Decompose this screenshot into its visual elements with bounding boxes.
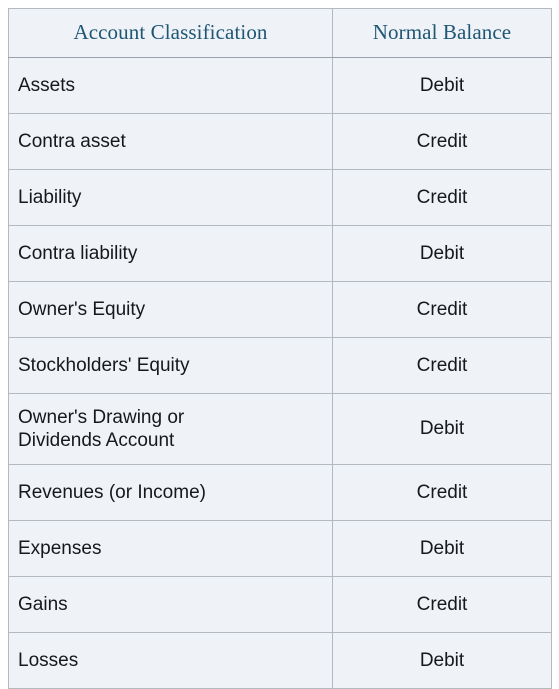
cell-account-classification: Owner's Drawing or Dividends Account	[8, 393, 333, 465]
table-row: Contra asset Credit	[8, 113, 552, 170]
cell-account-classification: Assets	[8, 57, 333, 114]
cell-normal-balance: Credit	[332, 169, 552, 226]
table-row: Stockholders' Equity Credit	[8, 337, 552, 394]
cell-account-classification: Stockholders' Equity	[8, 337, 333, 394]
account-classification-table-container: Account Classification Normal Balance As…	[0, 0, 559, 689]
cell-normal-balance: Credit	[332, 464, 552, 521]
table-row: Owner's Drawing or Dividends Account Deb…	[8, 393, 552, 465]
cell-text-line-2: Dividends Account	[18, 430, 175, 451]
cell-normal-balance: Debit	[332, 520, 552, 577]
cell-normal-balance: Debit	[332, 632, 552, 689]
cell-account-classification: Contra asset	[8, 113, 333, 170]
cell-text-line-1: Owner's Drawing or	[18, 406, 185, 428]
cell-account-classification: Losses	[8, 632, 333, 689]
cell-normal-balance: Credit	[332, 281, 552, 338]
cell-normal-balance: Debit	[332, 225, 552, 282]
column-header-account-classification: Account Classification	[8, 8, 333, 58]
cell-normal-balance: Credit	[332, 337, 552, 394]
table-header: Account Classification Normal Balance	[8, 8, 552, 58]
account-classification-table: Account Classification Normal Balance As…	[8, 8, 552, 689]
table-row: Revenues (or Income) Credit	[8, 464, 552, 521]
table-row: Owner's Equity Credit	[8, 281, 552, 338]
cell-account-classification: Liability	[8, 169, 333, 226]
table-row: Liability Credit	[8, 169, 552, 226]
cell-normal-balance: Credit	[332, 576, 552, 633]
table-row: Contra liability Debit	[8, 225, 552, 282]
cell-normal-balance: Debit	[332, 57, 552, 114]
table-row: Losses Debit	[8, 632, 552, 689]
table-header-row: Account Classification Normal Balance	[8, 8, 552, 58]
column-header-normal-balance: Normal Balance	[332, 8, 552, 58]
table-row: Assets Debit	[8, 57, 552, 114]
cell-account-classification: Expenses	[8, 520, 333, 577]
cell-account-classification: Contra liability	[8, 225, 333, 282]
cell-account-classification: Owner's Equity	[8, 281, 333, 338]
cell-account-classification: Revenues (or Income)	[8, 464, 333, 521]
cell-normal-balance: Debit	[332, 393, 552, 465]
cell-normal-balance: Credit	[332, 113, 552, 170]
table-row: Gains Credit	[8, 576, 552, 633]
table-body: Assets Debit Contra asset Credit Liabili…	[8, 57, 552, 689]
cell-account-classification: Gains	[8, 576, 333, 633]
table-row: Expenses Debit	[8, 520, 552, 577]
